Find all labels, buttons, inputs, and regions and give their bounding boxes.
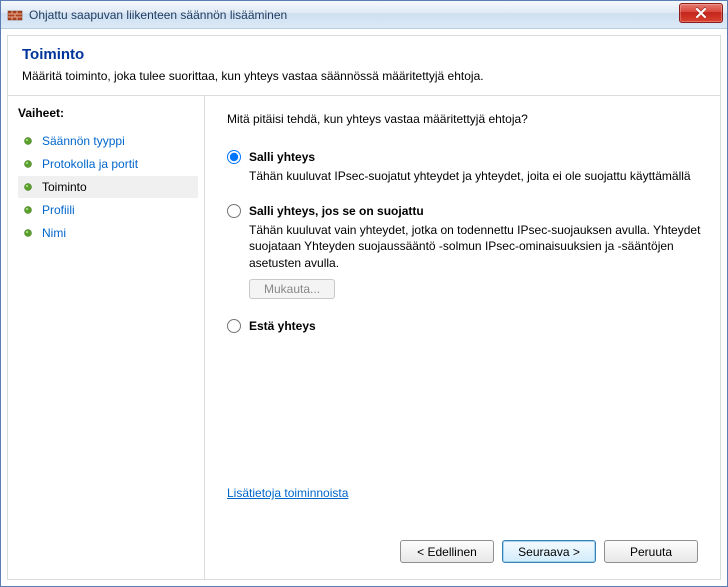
radio-allow-secure[interactable]	[227, 204, 241, 218]
bullet-icon	[24, 229, 32, 237]
option-allow: Salli yhteys Tähän kuuluvat IPsec-suojat…	[227, 150, 702, 184]
page-title: Toiminto	[22, 46, 706, 63]
bullet-icon	[24, 206, 32, 214]
close-icon	[695, 8, 707, 18]
option-allow-label: Salli yhteys	[249, 150, 315, 164]
next-button[interactable]: Seuraava >	[502, 540, 596, 563]
titlebar: Ohjattu saapuvan liikenteen säännön lisä…	[1, 1, 727, 29]
step-label: Protokolla ja portit	[42, 157, 138, 171]
question-text: Mitä pitäisi tehdä, kun yhteys vastaa mä…	[227, 112, 702, 126]
option-allow-secure: Salli yhteys, jos se on suojattu Tähän k…	[227, 204, 702, 299]
main-pane: Mitä pitäisi tehdä, kun yhteys vastaa mä…	[204, 96, 720, 579]
step-label: Toiminto	[42, 180, 87, 194]
step-label: Nimi	[42, 226, 66, 240]
step-rule-type[interactable]: Säännön tyyppi	[18, 130, 198, 152]
content-inner: Toiminto Määritä toiminto, joka tulee su…	[7, 35, 721, 580]
option-allow-line[interactable]: Salli yhteys	[227, 150, 702, 164]
close-button[interactable]	[679, 3, 723, 23]
option-block-line[interactable]: Estä yhteys	[227, 319, 702, 333]
option-allow-secure-line[interactable]: Salli yhteys, jos se on suojattu	[227, 204, 702, 218]
step-profile[interactable]: Profiili	[18, 199, 198, 221]
step-action[interactable]: Toiminto	[18, 176, 198, 198]
steps-title: Vaiheet:	[18, 106, 198, 120]
header-section: Toiminto Määritä toiminto, joka tulee su…	[8, 36, 720, 96]
bullet-icon	[24, 137, 32, 145]
steps-sidebar: Vaiheet: Säännön tyyppi Protokolla ja po…	[8, 96, 204, 579]
wizard-window: Ohjattu saapuvan liikenteen säännön lisä…	[0, 0, 728, 587]
action-radio-group: Salli yhteys Tähän kuuluvat IPsec-suojat…	[227, 150, 702, 353]
body-section: Vaiheet: Säännön tyyppi Protokolla ja po…	[8, 96, 720, 579]
back-button[interactable]: < Edellinen	[400, 540, 494, 563]
option-allow-desc: Tähän kuuluvat IPsec-suojatut yhteydet j…	[249, 168, 702, 184]
option-allow-secure-desc: Tähän kuuluvat vain yhteydet, jotka on t…	[249, 222, 702, 271]
bullet-icon	[24, 183, 32, 191]
option-block-label: Estä yhteys	[249, 319, 316, 333]
option-allow-secure-label: Salli yhteys, jos se on suojattu	[249, 204, 424, 218]
radio-allow[interactable]	[227, 150, 241, 164]
customize-button: Mukauta...	[249, 279, 335, 299]
step-label: Säännön tyyppi	[42, 134, 125, 148]
option-block: Estä yhteys	[227, 319, 702, 333]
bullet-icon	[24, 160, 32, 168]
wizard-buttons: < Edellinen Seuraava > Peruuta	[227, 540, 702, 569]
firewall-icon	[7, 7, 23, 23]
cancel-button[interactable]: Peruuta	[604, 540, 698, 563]
content-outer: Toiminto Määritä toiminto, joka tulee su…	[1, 29, 727, 586]
window-title: Ohjattu saapuvan liikenteen säännön lisä…	[29, 8, 287, 22]
more-info-link[interactable]: Lisätietoja toiminnoista	[227, 486, 702, 500]
page-description: Määritä toiminto, joka tulee suorittaa, …	[22, 69, 706, 83]
step-protocol-ports[interactable]: Protokolla ja portit	[18, 153, 198, 175]
radio-block[interactable]	[227, 319, 241, 333]
step-name[interactable]: Nimi	[18, 222, 198, 244]
step-label: Profiili	[42, 203, 75, 217]
